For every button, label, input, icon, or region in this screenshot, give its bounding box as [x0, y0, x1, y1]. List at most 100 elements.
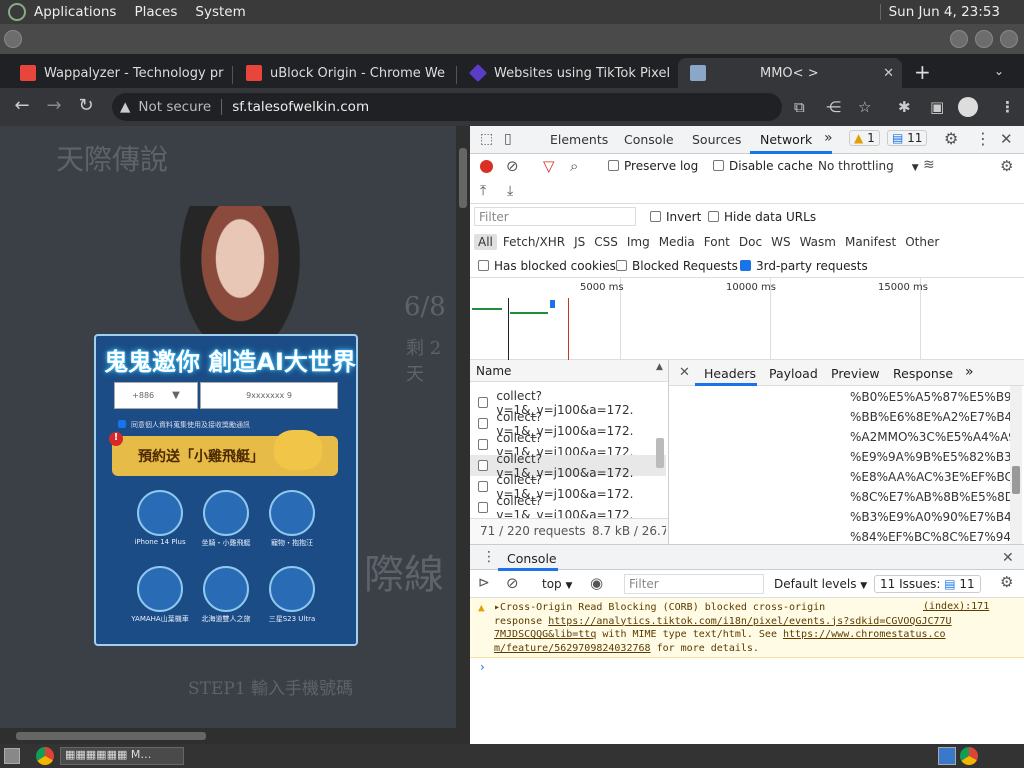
settings-gear-icon[interactable]: ⚙ — [944, 129, 958, 148]
console-filter-input[interactable]: Filter — [624, 574, 764, 594]
maximize-icon[interactable] — [975, 30, 993, 48]
console-settings-gear-icon[interactable]: ⚙ — [1000, 573, 1013, 591]
tab-payload[interactable]: Payload — [769, 366, 818, 381]
search-icon[interactable]: ⌕ — [570, 157, 578, 175]
third-party-checkbox[interactable] — [740, 260, 751, 271]
type-filter-ws[interactable]: WS — [771, 235, 790, 249]
type-filter-media[interactable]: Media — [659, 235, 695, 249]
record-icon[interactable] — [480, 160, 493, 173]
network-conditions-icon[interactable]: ≋ — [923, 157, 935, 173]
close-drawer-icon[interactable]: ✕ — [1002, 550, 1014, 566]
tab-mmo-active[interactable]: MMO< > ✕ — [678, 58, 902, 88]
system-menu[interactable]: System — [195, 4, 245, 20]
network-settings-gear-icon[interactable]: ⚙ — [1000, 157, 1013, 175]
tab-network[interactable]: Network — [760, 132, 812, 147]
message-source-link[interactable]: (index):171 — [923, 600, 989, 614]
page-vertical-scrollbar[interactable] — [456, 126, 470, 744]
url-text[interactable]: sf.talesofwelkin.com — [232, 99, 369, 115]
invert-toggle[interactable]: Invert — [650, 210, 701, 224]
type-filter-css[interactable]: CSS — [594, 235, 618, 249]
translate-icon[interactable]: ⧉ — [794, 98, 805, 116]
context-select[interactable]: top ▼ — [542, 577, 572, 591]
close-tab-icon[interactable]: ✕ — [883, 66, 894, 81]
side-panel-icon[interactable]: ▣ — [930, 98, 944, 116]
corb-warning-message[interactable]: ▲ ▸Cross-Origin Read Blocking (CORB) blo… — [470, 598, 1024, 658]
request-list-scrollbar-thumb[interactable] — [656, 438, 664, 468]
agree-checkbox[interactable] — [118, 420, 126, 428]
window-menu-icon[interactable] — [4, 30, 22, 48]
close-detail-icon[interactable]: ✕ — [679, 365, 690, 380]
agree-checkbox-label[interactable]: 同意個人資料蒐集使用及接收獎勵通訊 — [118, 420, 250, 430]
scrollbar-thumb[interactable] — [459, 148, 467, 208]
workspace-1-icon[interactable] — [938, 747, 956, 765]
tab-response[interactable]: Response — [893, 366, 953, 381]
forward-icon[interactable]: → — [38, 95, 70, 116]
type-filter-js[interactable]: JS — [574, 235, 585, 249]
taskbar-window-button[interactable]: ▦▦▦▦▦▦ M… — [60, 747, 184, 765]
close-window-icon[interactable] — [1000, 30, 1018, 48]
log-levels-select[interactable]: Default levels ▼ — [774, 577, 867, 591]
back-icon[interactable]: ← — [6, 95, 38, 116]
third-party-toggle[interactable]: 3rd-party requests — [740, 259, 868, 273]
type-filter-font[interactable]: Font — [704, 235, 730, 249]
disable-cache-checkbox[interactable] — [713, 160, 724, 171]
new-tab-icon[interactable]: + — [914, 60, 931, 84]
warnings-badge[interactable]: ▲ 1 — [849, 130, 880, 146]
detail-scrollbar[interactable] — [1010, 386, 1022, 544]
extensions-puzzle-icon[interactable]: ✱ — [898, 98, 911, 116]
type-filter-all[interactable]: All — [474, 234, 497, 250]
device-toolbar-icon[interactable]: ▯ — [504, 131, 512, 147]
show-desktop-icon[interactable] — [4, 748, 20, 764]
tiktok-events-link[interactable]: https://analytics.tiktok.com/i18n/pixel/… — [548, 616, 951, 627]
type-filter-wasm[interactable]: Wasm — [800, 235, 836, 249]
places-menu[interactable]: Places — [134, 4, 177, 20]
tab-elements[interactable]: Elements — [550, 132, 608, 147]
clear-icon[interactable]: ⊘ — [506, 157, 519, 175]
hide-data-urls-checkbox[interactable] — [708, 211, 719, 222]
blocked-requests-toggle[interactable]: Blocked Requests — [616, 259, 738, 273]
tab-preview[interactable]: Preview — [831, 366, 880, 381]
tab-ublock[interactable]: uBlock Origin - Chrome We — [234, 58, 456, 88]
share-icon[interactable]: ⋲ — [826, 98, 841, 116]
tab-sources[interactable]: Sources — [692, 132, 741, 147]
blocked-requests-checkbox[interactable] — [616, 260, 627, 271]
tiktok-events-link-cont[interactable]: 7MJDSCQQG&lib=ttq — [494, 629, 596, 640]
tab-tiktok-pixel[interactable]: Websites using TikTok Pixel — [458, 58, 678, 88]
request-row[interactable]: collect?v=1&_v=j100&a=172. — [470, 494, 666, 522]
tab-wappalyzer[interactable]: Wappalyzer - Technology pr — [8, 58, 230, 88]
omnibox[interactable]: ▲ Not secure sf.talesofwelkin.com — [112, 93, 782, 121]
blocked-cookies-checkbox[interactable] — [478, 260, 489, 271]
sidebar-toggle-icon[interactable]: ⊳ — [478, 575, 490, 591]
tab-headers[interactable]: Headers — [704, 366, 756, 381]
phone-input[interactable]: 9xxxxxxx 9 — [200, 382, 338, 409]
type-filter-xhr[interactable]: Fetch/XHR — [503, 235, 565, 249]
name-column-header[interactable]: Name ▲ — [470, 360, 668, 382]
filter-funnel-icon[interactable]: ▽ — [543, 157, 555, 175]
workspace-2-chrome-icon[interactable] — [960, 747, 978, 765]
chromestatus-link-cont[interactable]: m/feature/5629709824032768 — [494, 643, 651, 654]
scrollbar-thumb[interactable] — [1012, 466, 1020, 494]
country-code-select[interactable]: +886 ▼ — [114, 382, 198, 409]
issues-button[interactable]: 11 Issues: ▤ 11 — [874, 575, 981, 593]
inspect-element-icon[interactable]: ⬚ — [480, 131, 493, 147]
clear-console-icon[interactable]: ⊘ — [506, 574, 519, 592]
blocked-cookies-toggle[interactable]: Has blocked cookies — [478, 259, 616, 273]
type-filter-img[interactable]: Img — [627, 235, 650, 249]
drawer-menu-icon[interactable]: ⋮ — [482, 549, 496, 565]
security-label[interactable]: Not secure — [138, 99, 211, 115]
messages-badge[interactable]: ▤ 11 — [887, 130, 928, 146]
import-har-icon[interactable]: ⤒ — [480, 183, 486, 199]
network-filter-input[interactable]: Filter — [474, 207, 636, 226]
hide-data-urls-toggle[interactable]: Hide data URLs — [708, 210, 816, 224]
type-filter-other[interactable]: Other — [905, 235, 939, 249]
chrome-launcher-icon[interactable] — [36, 747, 54, 765]
console-drawer-tab[interactable]: Console — [507, 551, 557, 566]
warning-triangle-icon[interactable]: ▲ — [120, 99, 130, 115]
preserve-log-checkbox[interactable] — [608, 160, 619, 171]
tab-search-chevron-icon[interactable]: ⌄ — [994, 64, 1004, 78]
devtools-menu-icon[interactable]: ⋮ — [975, 129, 991, 148]
preserve-log-toggle[interactable]: Preserve log — [608, 159, 698, 173]
more-tabs-icon[interactable]: » — [824, 130, 833, 146]
clock[interactable]: Sun Jun 4, 23:53 — [879, 4, 1000, 20]
more-detail-tabs-icon[interactable]: » — [965, 364, 974, 380]
